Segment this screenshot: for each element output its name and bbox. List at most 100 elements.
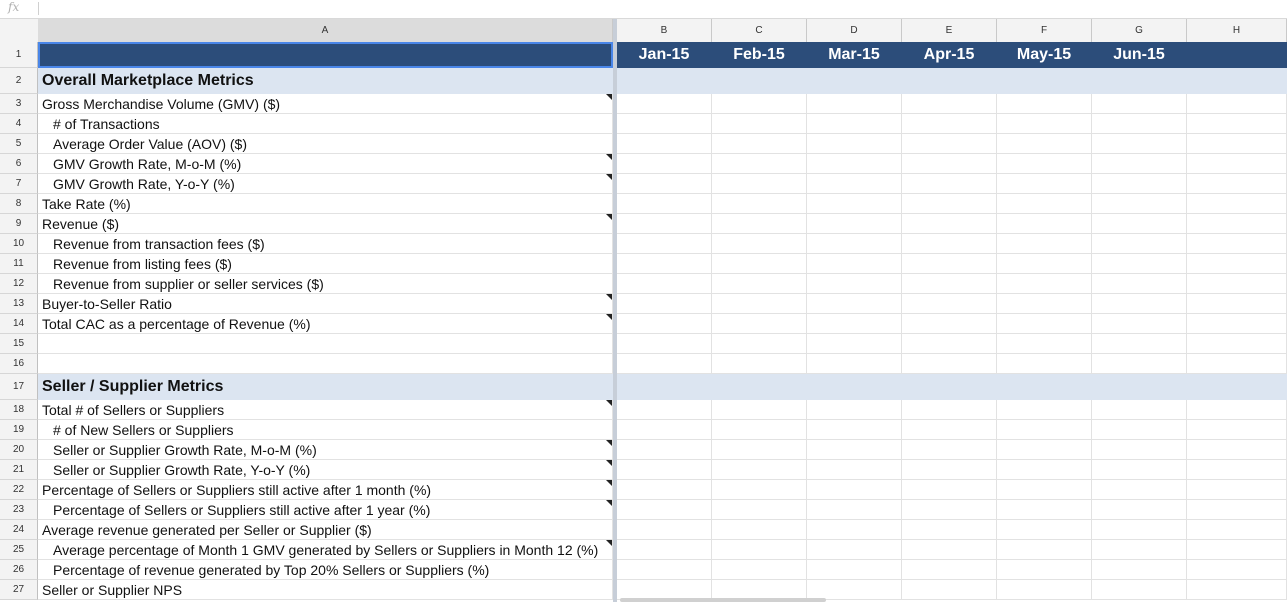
data-cell[interactable]	[807, 214, 902, 234]
data-cell[interactable]	[1092, 580, 1187, 600]
data-cell[interactable]	[712, 174, 807, 194]
column-header-h[interactable]: H	[1187, 19, 1287, 42]
data-cell[interactable]	[807, 234, 902, 254]
data-cell[interactable]	[1092, 114, 1187, 134]
metric-label-cell[interactable]: Percentage of Sellers or Suppliers still…	[38, 480, 613, 500]
data-cell[interactable]	[902, 154, 997, 174]
data-cell[interactable]	[902, 440, 997, 460]
metric-label-cell[interactable]: # of Transactions	[38, 114, 613, 134]
row-number[interactable]: 24	[0, 520, 38, 540]
month-header-cell[interactable]: Mar-15	[807, 42, 902, 68]
data-cell[interactable]	[1187, 94, 1287, 114]
data-cell[interactable]	[1187, 440, 1287, 460]
data-cell[interactable]	[1092, 214, 1187, 234]
metric-label-cell[interactable]: # of New Sellers or Suppliers	[38, 420, 613, 440]
data-cell[interactable]	[1187, 174, 1287, 194]
data-cell[interactable]	[617, 400, 712, 420]
data-cell[interactable]	[617, 214, 712, 234]
data-cell[interactable]	[902, 500, 997, 520]
data-cell[interactable]	[807, 154, 902, 174]
data-cell[interactable]	[712, 480, 807, 500]
metric-label-cell[interactable]: GMV Growth Rate, M-o-M (%)	[38, 154, 613, 174]
data-cell[interactable]	[712, 68, 807, 94]
data-cell[interactable]	[1187, 274, 1287, 294]
data-cell[interactable]	[902, 580, 997, 600]
data-cell[interactable]	[1092, 94, 1187, 114]
data-cell[interactable]	[902, 214, 997, 234]
row-number[interactable]: 1	[0, 42, 38, 68]
section-title[interactable]: Seller / Supplier Metrics	[38, 374, 613, 400]
data-cell[interactable]	[1092, 374, 1187, 400]
data-cell[interactable]	[902, 274, 997, 294]
data-cell[interactable]	[997, 214, 1092, 234]
row-number[interactable]: 14	[0, 314, 38, 334]
data-cell[interactable]	[1092, 154, 1187, 174]
data-cell[interactable]	[1187, 334, 1287, 354]
data-cell[interactable]	[997, 420, 1092, 440]
data-cell[interactable]	[712, 500, 807, 520]
metric-label-cell[interactable]	[38, 334, 613, 354]
month-header-cell[interactable]: Apr-15	[902, 42, 997, 68]
select-all-corner[interactable]	[0, 19, 39, 42]
data-cell[interactable]	[902, 560, 997, 580]
month-header-cell[interactable]: Jun-15	[1092, 42, 1187, 68]
data-cell[interactable]	[902, 354, 997, 374]
data-cell[interactable]	[902, 194, 997, 214]
data-cell[interactable]	[807, 374, 902, 400]
data-cell[interactable]	[902, 400, 997, 420]
row-number[interactable]: 15	[0, 334, 38, 354]
data-cell[interactable]	[902, 94, 997, 114]
data-cell[interactable]	[1092, 68, 1187, 94]
data-cell[interactable]	[1092, 460, 1187, 480]
comment-indicator-icon[interactable]	[606, 540, 612, 546]
data-cell[interactable]	[997, 560, 1092, 580]
data-cell[interactable]	[1092, 314, 1187, 334]
data-cell[interactable]	[617, 174, 712, 194]
data-cell[interactable]	[617, 420, 712, 440]
data-cell[interactable]	[712, 94, 807, 114]
metric-label-cell[interactable]: Average revenue generated per Seller or …	[38, 520, 613, 540]
formula-input[interactable]	[44, 0, 1287, 18]
data-cell[interactable]	[1092, 480, 1187, 500]
metric-label-cell[interactable]: Seller or Supplier NPS	[38, 580, 613, 600]
data-cell[interactable]	[712, 334, 807, 354]
metric-label-cell[interactable]	[38, 354, 613, 374]
data-cell[interactable]	[712, 294, 807, 314]
data-cell[interactable]	[807, 500, 902, 520]
column-header-g[interactable]: G	[1092, 19, 1187, 42]
data-cell[interactable]	[997, 294, 1092, 314]
metric-label-cell[interactable]: Percentage of revenue generated by Top 2…	[38, 560, 613, 580]
data-cell[interactable]	[807, 314, 902, 334]
data-cell[interactable]	[617, 580, 712, 600]
data-cell[interactable]	[617, 440, 712, 460]
data-cell[interactable]	[712, 440, 807, 460]
data-cell[interactable]	[617, 154, 712, 174]
column-header-d[interactable]: D	[807, 19, 902, 42]
data-cell[interactable]	[712, 420, 807, 440]
data-cell[interactable]	[807, 334, 902, 354]
data-cell[interactable]	[807, 480, 902, 500]
data-cell[interactable]	[712, 234, 807, 254]
metric-label-cell[interactable]: Revenue from transaction fees ($)	[38, 234, 613, 254]
data-cell[interactable]	[1187, 154, 1287, 174]
comment-indicator-icon[interactable]	[606, 174, 612, 180]
data-cell[interactable]	[807, 294, 902, 314]
comment-indicator-icon[interactable]	[606, 440, 612, 446]
data-cell[interactable]	[997, 154, 1092, 174]
data-cell[interactable]	[712, 354, 807, 374]
data-cell[interactable]	[997, 520, 1092, 540]
data-cell[interactable]	[1092, 560, 1187, 580]
data-cell[interactable]	[1187, 314, 1287, 334]
data-cell[interactable]	[712, 194, 807, 214]
data-cell[interactable]	[807, 68, 902, 94]
data-cell[interactable]	[902, 314, 997, 334]
data-cell[interactable]	[1187, 580, 1287, 600]
metric-label-cell[interactable]: Total CAC as a percentage of Revenue (%)	[38, 314, 613, 334]
data-cell[interactable]	[1187, 214, 1287, 234]
metric-label-cell[interactable]: Buyer-to-Seller Ratio	[38, 294, 613, 314]
data-cell[interactable]	[997, 354, 1092, 374]
data-cell[interactable]	[902, 174, 997, 194]
data-cell[interactable]	[902, 68, 997, 94]
data-cell[interactable]	[712, 580, 807, 600]
data-cell[interactable]	[617, 234, 712, 254]
